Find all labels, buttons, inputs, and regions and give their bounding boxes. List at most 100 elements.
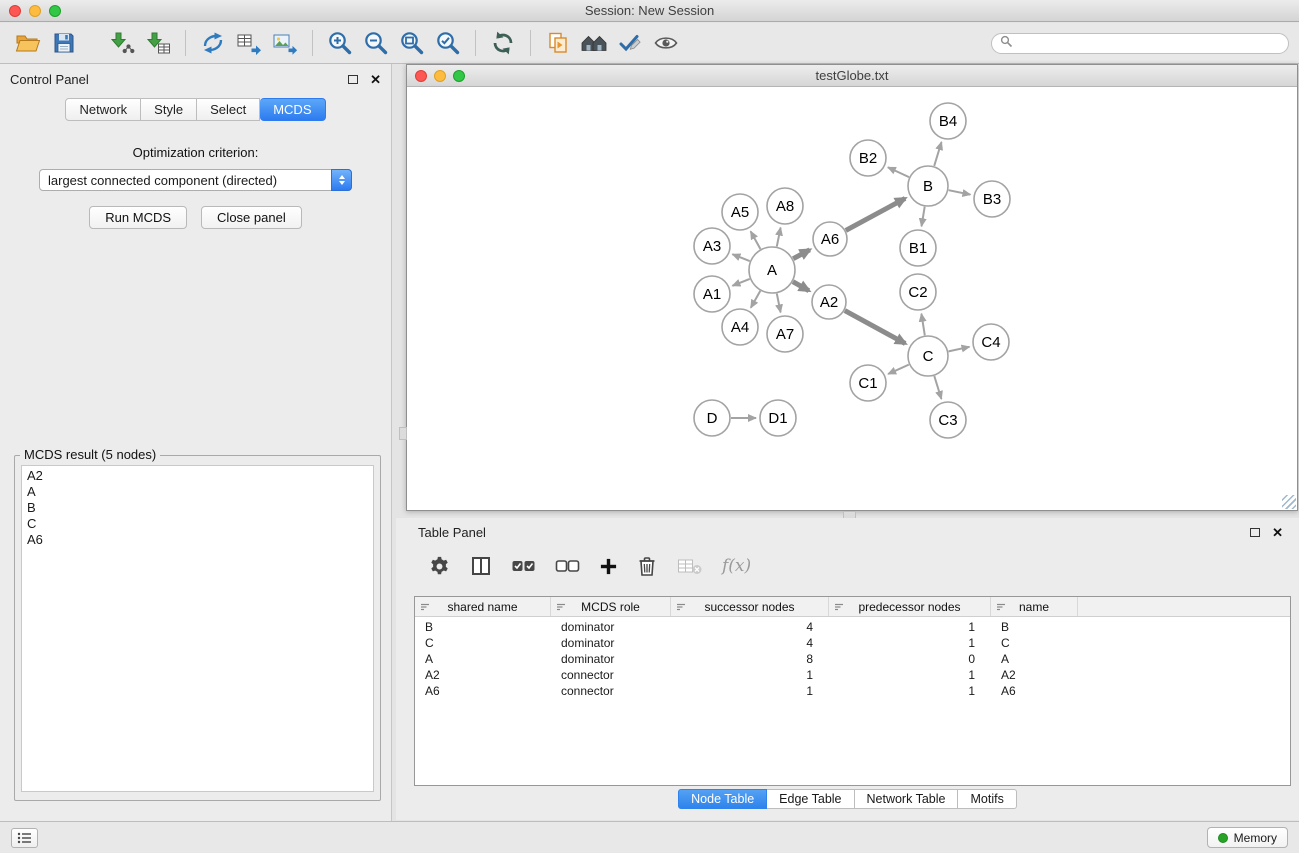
network-edge-A-A4[interactable] (751, 291, 761, 308)
clone-network-icon[interactable] (540, 27, 576, 59)
network-edge-C-C1[interactable] (888, 365, 909, 374)
network-minimize-button[interactable] (434, 70, 446, 82)
result-item[interactable]: C (27, 516, 368, 532)
network-node-B3[interactable]: B3 (974, 181, 1010, 217)
tab-mcds[interactable]: MCDS (260, 98, 325, 121)
close-panel-button[interactable]: Close panel (201, 206, 302, 229)
result-item[interactable]: A (27, 484, 368, 500)
close-window-button[interactable] (9, 5, 21, 17)
show-graphics-eye-icon[interactable] (648, 27, 684, 59)
network-node-C2[interactable]: C2 (900, 274, 936, 310)
network-node-C4[interactable]: C4 (973, 324, 1009, 360)
tab-select[interactable]: Select (197, 98, 260, 121)
network-zoom-button[interactable] (453, 70, 465, 82)
table-settings-gear-icon[interactable] (428, 555, 451, 578)
deselect-all-icon[interactable] (555, 557, 580, 575)
result-item[interactable]: B (27, 500, 368, 516)
network-edge-C-C2[interactable] (921, 314, 924, 336)
network-edge-B-B1[interactable] (922, 207, 925, 227)
network-edge-A6-B[interactable] (846, 198, 905, 230)
function-builder-fx-icon[interactable]: f(x) (722, 556, 751, 576)
network-edge-A-A6[interactable] (793, 250, 810, 259)
import-table-from-file-icon[interactable] (140, 27, 176, 59)
network-window-titlebar[interactable]: testGlobe.txt (407, 65, 1297, 87)
result-item[interactable]: A2 (27, 468, 368, 484)
network-edge-C-C3[interactable] (934, 376, 941, 399)
network-node-B1[interactable]: B1 (900, 230, 936, 266)
float-table-panel-icon[interactable] (1250, 528, 1260, 537)
table-row[interactable]: A2connector11A2 (415, 667, 1290, 683)
network-node-D[interactable]: D (694, 400, 730, 436)
network-edge-B-B3[interactable] (949, 190, 971, 194)
node-table[interactable]: shared nameMCDS rolesuccessor nodesprede… (414, 596, 1291, 786)
network-node-A[interactable]: A (749, 247, 795, 293)
column-header-predecessor-nodes[interactable]: predecessor nodes (829, 597, 991, 616)
search-input[interactable] (1018, 36, 1280, 50)
vertical-splitter-handle[interactable] (399, 427, 407, 440)
network-node-A3[interactable]: A3 (694, 228, 730, 264)
run-mcds-button[interactable]: Run MCDS (89, 206, 187, 229)
home-neighbors-icon[interactable] (576, 27, 612, 59)
network-node-D1[interactable]: D1 (760, 400, 796, 436)
network-edge-A2-C[interactable] (845, 311, 905, 344)
style-check-icon[interactable] (612, 27, 648, 59)
column-header-name[interactable]: name (991, 597, 1078, 616)
memory-button[interactable]: Memory (1207, 827, 1288, 848)
optimization-select[interactable]: largest connected component (directed) (39, 169, 352, 191)
network-node-C3[interactable]: C3 (930, 402, 966, 438)
refresh-icon[interactable] (485, 27, 521, 59)
tab-node-table[interactable]: Node Table (678, 789, 767, 809)
network-node-A7[interactable]: A7 (767, 316, 803, 352)
network-close-button[interactable] (415, 70, 427, 82)
close-panel-icon[interactable]: ✕ (370, 73, 381, 86)
network-node-A8[interactable]: A8 (767, 188, 803, 224)
network-edge-B-B2[interactable] (888, 167, 909, 177)
close-table-panel-icon[interactable]: ✕ (1272, 526, 1283, 539)
network-edge-A-A7[interactable] (777, 294, 781, 313)
show-columns-icon[interactable] (470, 555, 492, 577)
table-row[interactable]: Adominator80A (415, 651, 1290, 667)
zoom-selected-icon[interactable] (430, 27, 466, 59)
network-edge-A-A2[interactable] (793, 282, 809, 291)
resize-corner-handle[interactable] (1282, 495, 1296, 509)
tab-motifs[interactable]: Motifs (958, 789, 1016, 809)
network-edge-A-A8[interactable] (777, 228, 781, 247)
network-canvas[interactable]: B4B2BB3A5A8A6B1A3AC2A1A2A4A7C4CC1C3DD1 (407, 87, 1297, 510)
save-session-icon[interactable] (46, 27, 82, 59)
network-node-C[interactable]: C (908, 336, 948, 376)
export-image-icon[interactable] (267, 27, 303, 59)
zoom-window-button[interactable] (49, 5, 61, 17)
zoom-in-icon[interactable] (322, 27, 358, 59)
network-node-B4[interactable]: B4 (930, 103, 966, 139)
network-edge-A-A5[interactable] (751, 231, 761, 249)
column-header-shared-name[interactable]: shared name (415, 597, 551, 616)
network-edge-C-C4[interactable] (949, 347, 970, 352)
delete-table-icon[interactable] (676, 556, 703, 576)
zoom-fit-icon[interactable] (394, 27, 430, 59)
network-node-A1[interactable]: A1 (694, 276, 730, 312)
network-node-A6[interactable]: A6 (813, 222, 847, 256)
export-table-icon[interactable] (231, 27, 267, 59)
export-network-icon[interactable] (195, 27, 231, 59)
network-node-A2[interactable]: A2 (812, 285, 846, 319)
network-edge-A-A3[interactable] (732, 254, 749, 261)
column-header-successor-nodes[interactable]: successor nodes (671, 597, 829, 616)
delete-column-trash-icon[interactable] (637, 555, 657, 577)
task-history-button[interactable] (11, 828, 38, 848)
network-edge-A-A1[interactable] (732, 279, 749, 286)
network-node-A4[interactable]: A4 (722, 309, 758, 345)
tab-edge-table[interactable]: Edge Table (767, 789, 854, 809)
zoom-out-icon[interactable] (358, 27, 394, 59)
tab-style[interactable]: Style (141, 98, 197, 121)
result-item[interactable]: A6 (27, 532, 368, 548)
network-node-B2[interactable]: B2 (850, 140, 886, 176)
tab-network[interactable]: Network (65, 98, 141, 121)
tab-network-table[interactable]: Network Table (855, 789, 959, 809)
open-session-icon[interactable] (10, 27, 46, 59)
import-network-from-file-icon[interactable] (104, 27, 140, 59)
add-column-plus-icon[interactable] (599, 557, 618, 576)
float-panel-icon[interactable] (348, 75, 358, 84)
minimize-window-button[interactable] (29, 5, 41, 17)
table-row[interactable]: Cdominator41C (415, 635, 1290, 651)
network-node-B[interactable]: B (908, 166, 948, 206)
